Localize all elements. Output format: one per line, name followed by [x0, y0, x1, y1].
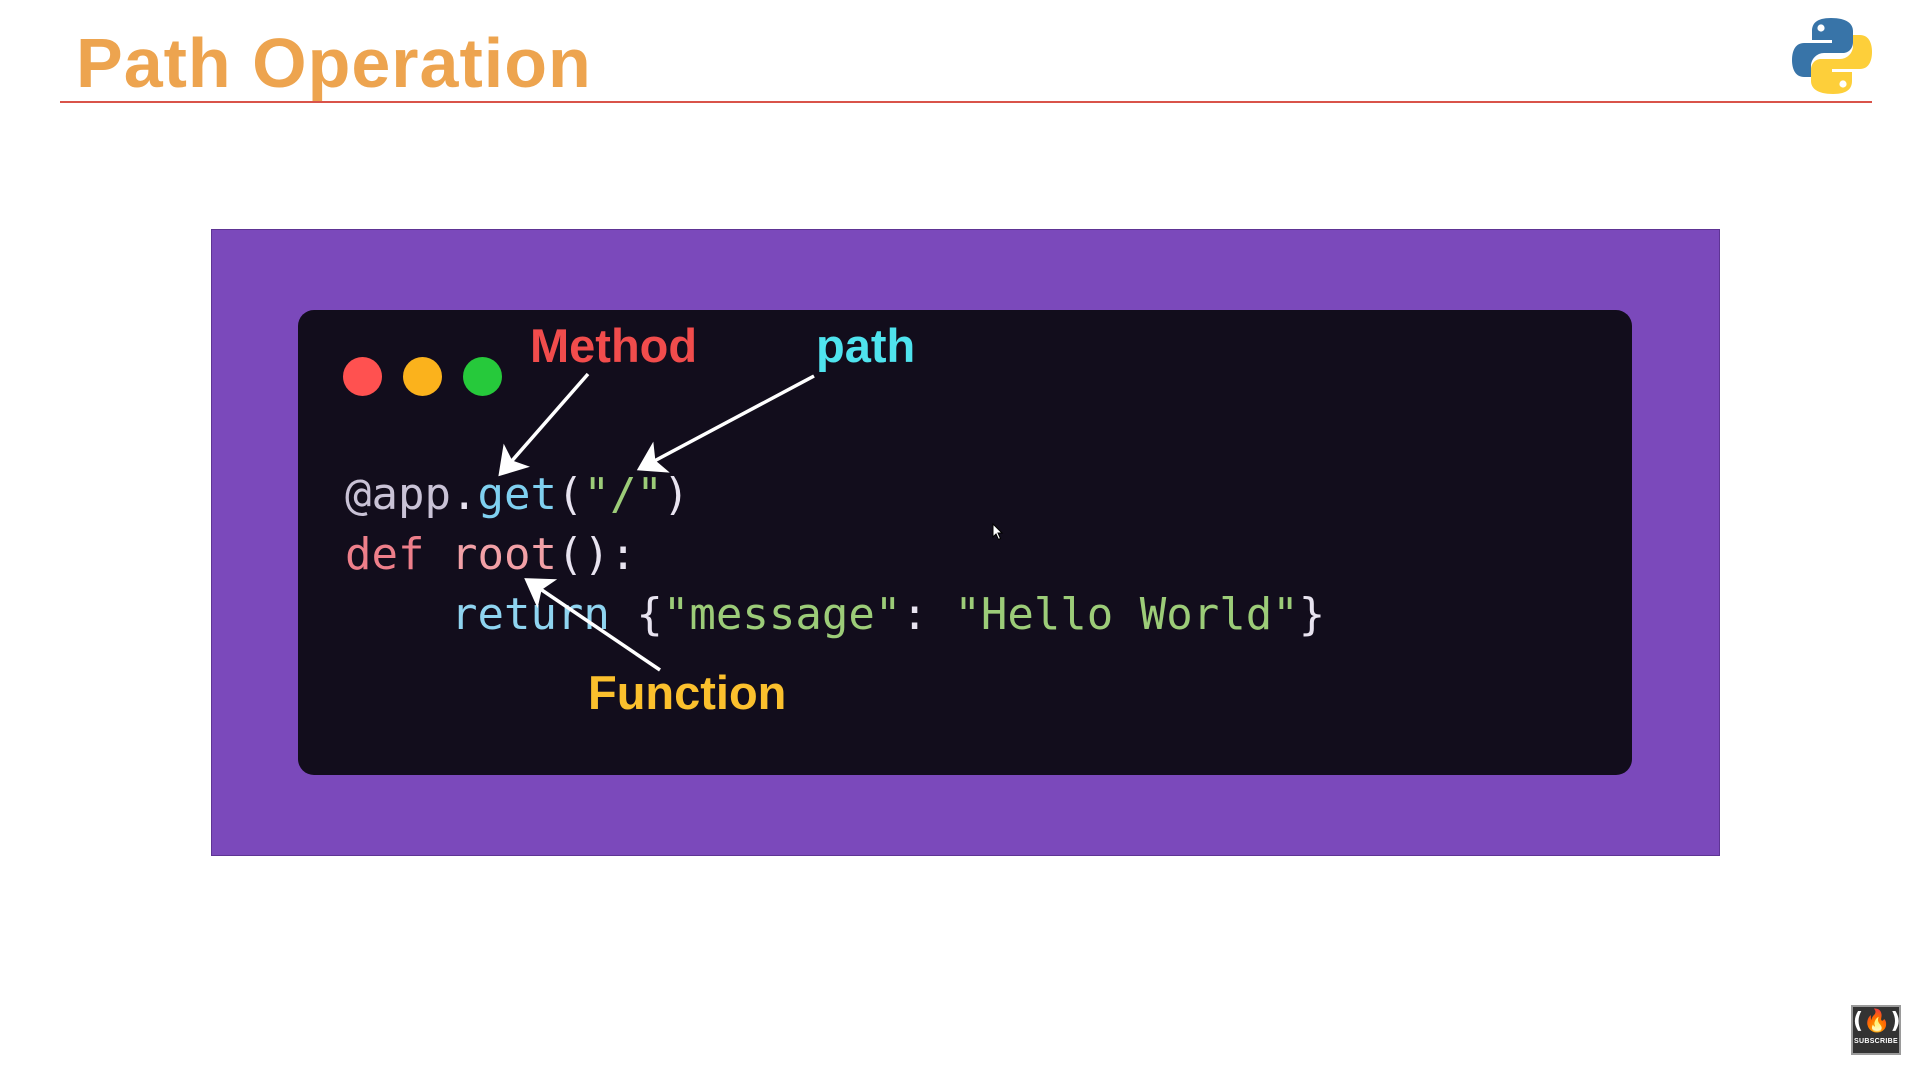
python-logo-icon — [1792, 18, 1872, 94]
code-return-keyword: return — [450, 589, 610, 640]
code-close-paren: ) — [662, 469, 690, 520]
code-line-return: return {"message": "Hello World"} — [345, 585, 1325, 645]
code-decorator: @app — [345, 469, 451, 520]
slide: Path Operation @app.get("/") def root():… — [0, 0, 1920, 1080]
code-path-string: "/" — [583, 469, 663, 520]
code-signature-tail: (): — [556, 529, 637, 580]
subscribe-label: SUBSCRIBE — [1854, 1038, 1898, 1045]
code-line-def: def root(): — [345, 525, 636, 585]
code-method: get — [477, 469, 557, 520]
mouse-cursor-icon — [992, 523, 1004, 541]
code-key-string: "message" — [662, 589, 902, 640]
method-annotation: Method — [530, 319, 698, 372]
function-annotation: Function — [588, 666, 787, 719]
code-close-brace: } — [1298, 589, 1326, 640]
code-line-decorator: @app.get("/") — [345, 465, 689, 525]
code-function-name: root — [450, 529, 557, 580]
code-def-keyword: def — [345, 529, 425, 580]
subscribe-badge[interactable]: (🔥) SUBSCRIBE — [1851, 1005, 1901, 1055]
code-value-string: "Hello World" — [954, 589, 1299, 640]
code-open-brace: { — [636, 589, 663, 640]
code-open-paren: ( — [556, 469, 584, 520]
title-divider — [60, 101, 1872, 103]
code-dot: . — [450, 469, 478, 520]
path-annotation: path — [816, 319, 916, 372]
window-maximize-dot — [463, 357, 502, 396]
slide-title: Path Operation — [76, 24, 592, 102]
freecodecamp-subscribe-icon: (🔥) — [1853, 1009, 1901, 1034]
code-colon: : — [901, 589, 928, 640]
window-close-dot — [343, 357, 382, 396]
window-minimize-dot — [403, 357, 442, 396]
